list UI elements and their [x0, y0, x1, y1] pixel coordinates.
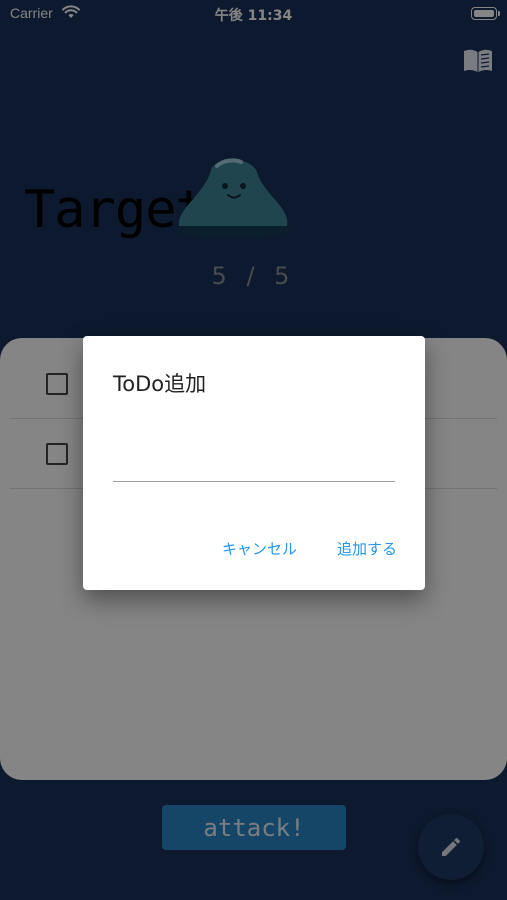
cancel-button[interactable]: キャンセル [222, 538, 297, 559]
add-todo-dialog: ToDo追加 キャンセル 追加する [83, 336, 425, 590]
dialog-title: ToDo追加 [113, 372, 207, 396]
add-button[interactable]: 追加する [337, 538, 397, 559]
todo-text-input[interactable] [113, 446, 395, 482]
